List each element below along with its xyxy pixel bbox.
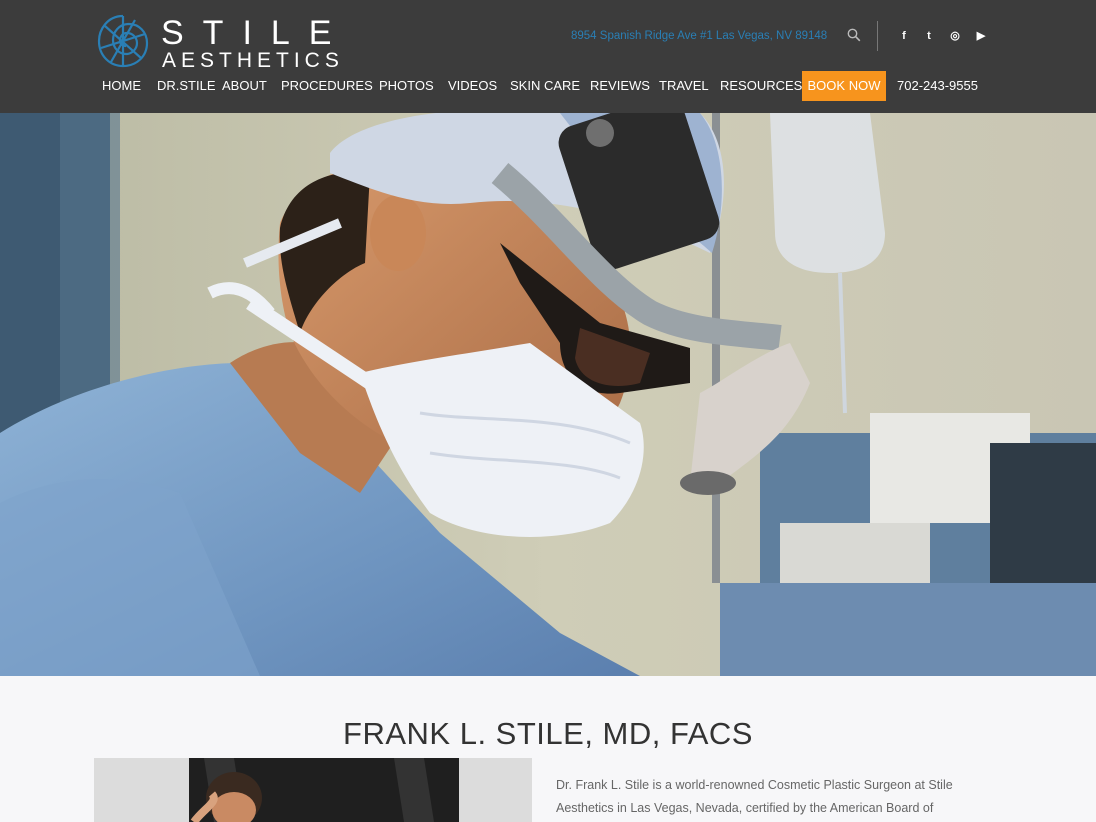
phone-number[interactable]: 702-243-9555 [897,72,978,100]
nav-item-procedures[interactable]: PROCEDURES [281,72,373,100]
facebook-icon[interactable]: f [897,29,911,43]
twitter-icon[interactable]: t [922,29,936,43]
nautilus-shell-icon [97,14,149,68]
doctor-name-heading: FRANK L. STILE, MD, FACS [343,716,753,751]
hero-image [0,113,1096,676]
doctor-bio: Dr. Frank L. Stile is a world-renowned C… [556,774,986,820]
doctor-portrait [94,758,532,822]
about-doctor-section: FRANK L. STILE, MD, FACS Dr. Frank L. St… [0,676,1096,822]
nav-item-videos[interactable]: VIDEOS [448,72,497,100]
bio-line: Aesthetics in Las Vegas, Nevada, certifi… [556,801,934,815]
logo-wordmark-aesthetics: AESTHETICS [162,49,344,72]
youtube-icon[interactable]: ▶ [974,29,988,43]
nav-item-skin-care[interactable]: SKIN CARE [510,72,580,100]
nav-item-photos[interactable]: PHOTOS [379,72,434,100]
clinic-address[interactable]: 8954 Spanish Ridge Ave #1 Las Vegas, NV … [571,29,827,43]
nav-item-resources[interactable]: RESOURCES [720,72,802,100]
bio-line: Dr. Frank L. Stile is a world-renowned C… [556,778,953,792]
nav-item-reviews[interactable]: REVIEWS [590,72,650,100]
site-logo[interactable]: STILE AESTHETICS [95,8,345,72]
nav-item-home[interactable]: HOME [102,72,141,100]
surgeon-photo [0,113,1096,676]
nav-item-about[interactable]: ABOUT [222,72,267,100]
search-icon[interactable] [847,28,861,42]
instagram-icon[interactable]: ◎ [948,29,962,43]
book-now-button[interactable]: BOOK NOW [802,71,886,101]
site-header: STILE AESTHETICS 8954 Spanish Ridge Ave … [0,0,1096,113]
nav-item-dr-stile[interactable]: DR.STILE [157,72,216,100]
nav-item-travel[interactable]: TRAVEL [659,72,709,100]
header-divider [877,21,878,51]
logo-wordmark-stile: STILE [161,14,351,52]
